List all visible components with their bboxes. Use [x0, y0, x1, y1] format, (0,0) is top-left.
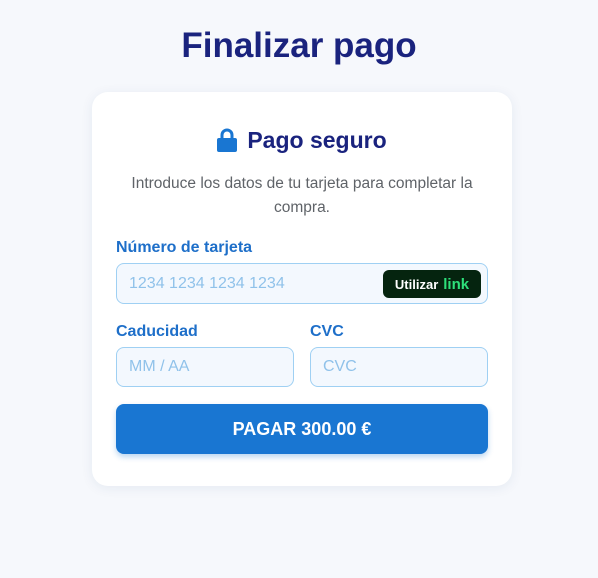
lock-icon	[217, 128, 238, 152]
payment-card: Pago seguro Introduce los datos de tu ta…	[92, 92, 512, 486]
card-title: Pago seguro	[247, 127, 387, 153]
link-pay-button[interactable]: Utilizar link	[383, 270, 481, 298]
link-button-label: Utilizar	[394, 276, 439, 292]
card-header: Pago seguro	[92, 126, 512, 154]
cvc-input[interactable]	[323, 348, 473, 386]
expiry-label: Caducidad	[116, 323, 198, 340]
link-logo: link	[443, 275, 470, 293]
page-title: Finalizar pago	[181, 26, 417, 65]
expiry-field[interactable]	[116, 347, 294, 387]
cvc-field[interactable]	[310, 347, 488, 387]
cvc-label: CVC	[310, 323, 344, 340]
card-description: Introduce los datos de tu tarjeta para c…	[131, 175, 473, 216]
card-number-input[interactable]	[129, 264, 379, 303]
card-number-label: Número de tarjeta	[116, 239, 253, 256]
card-number-field[interactable]: Utilizar link	[116, 263, 488, 304]
expiry-input[interactable]	[129, 348, 279, 386]
pay-button[interactable]: PAGAR 300.00 €	[116, 404, 488, 454]
